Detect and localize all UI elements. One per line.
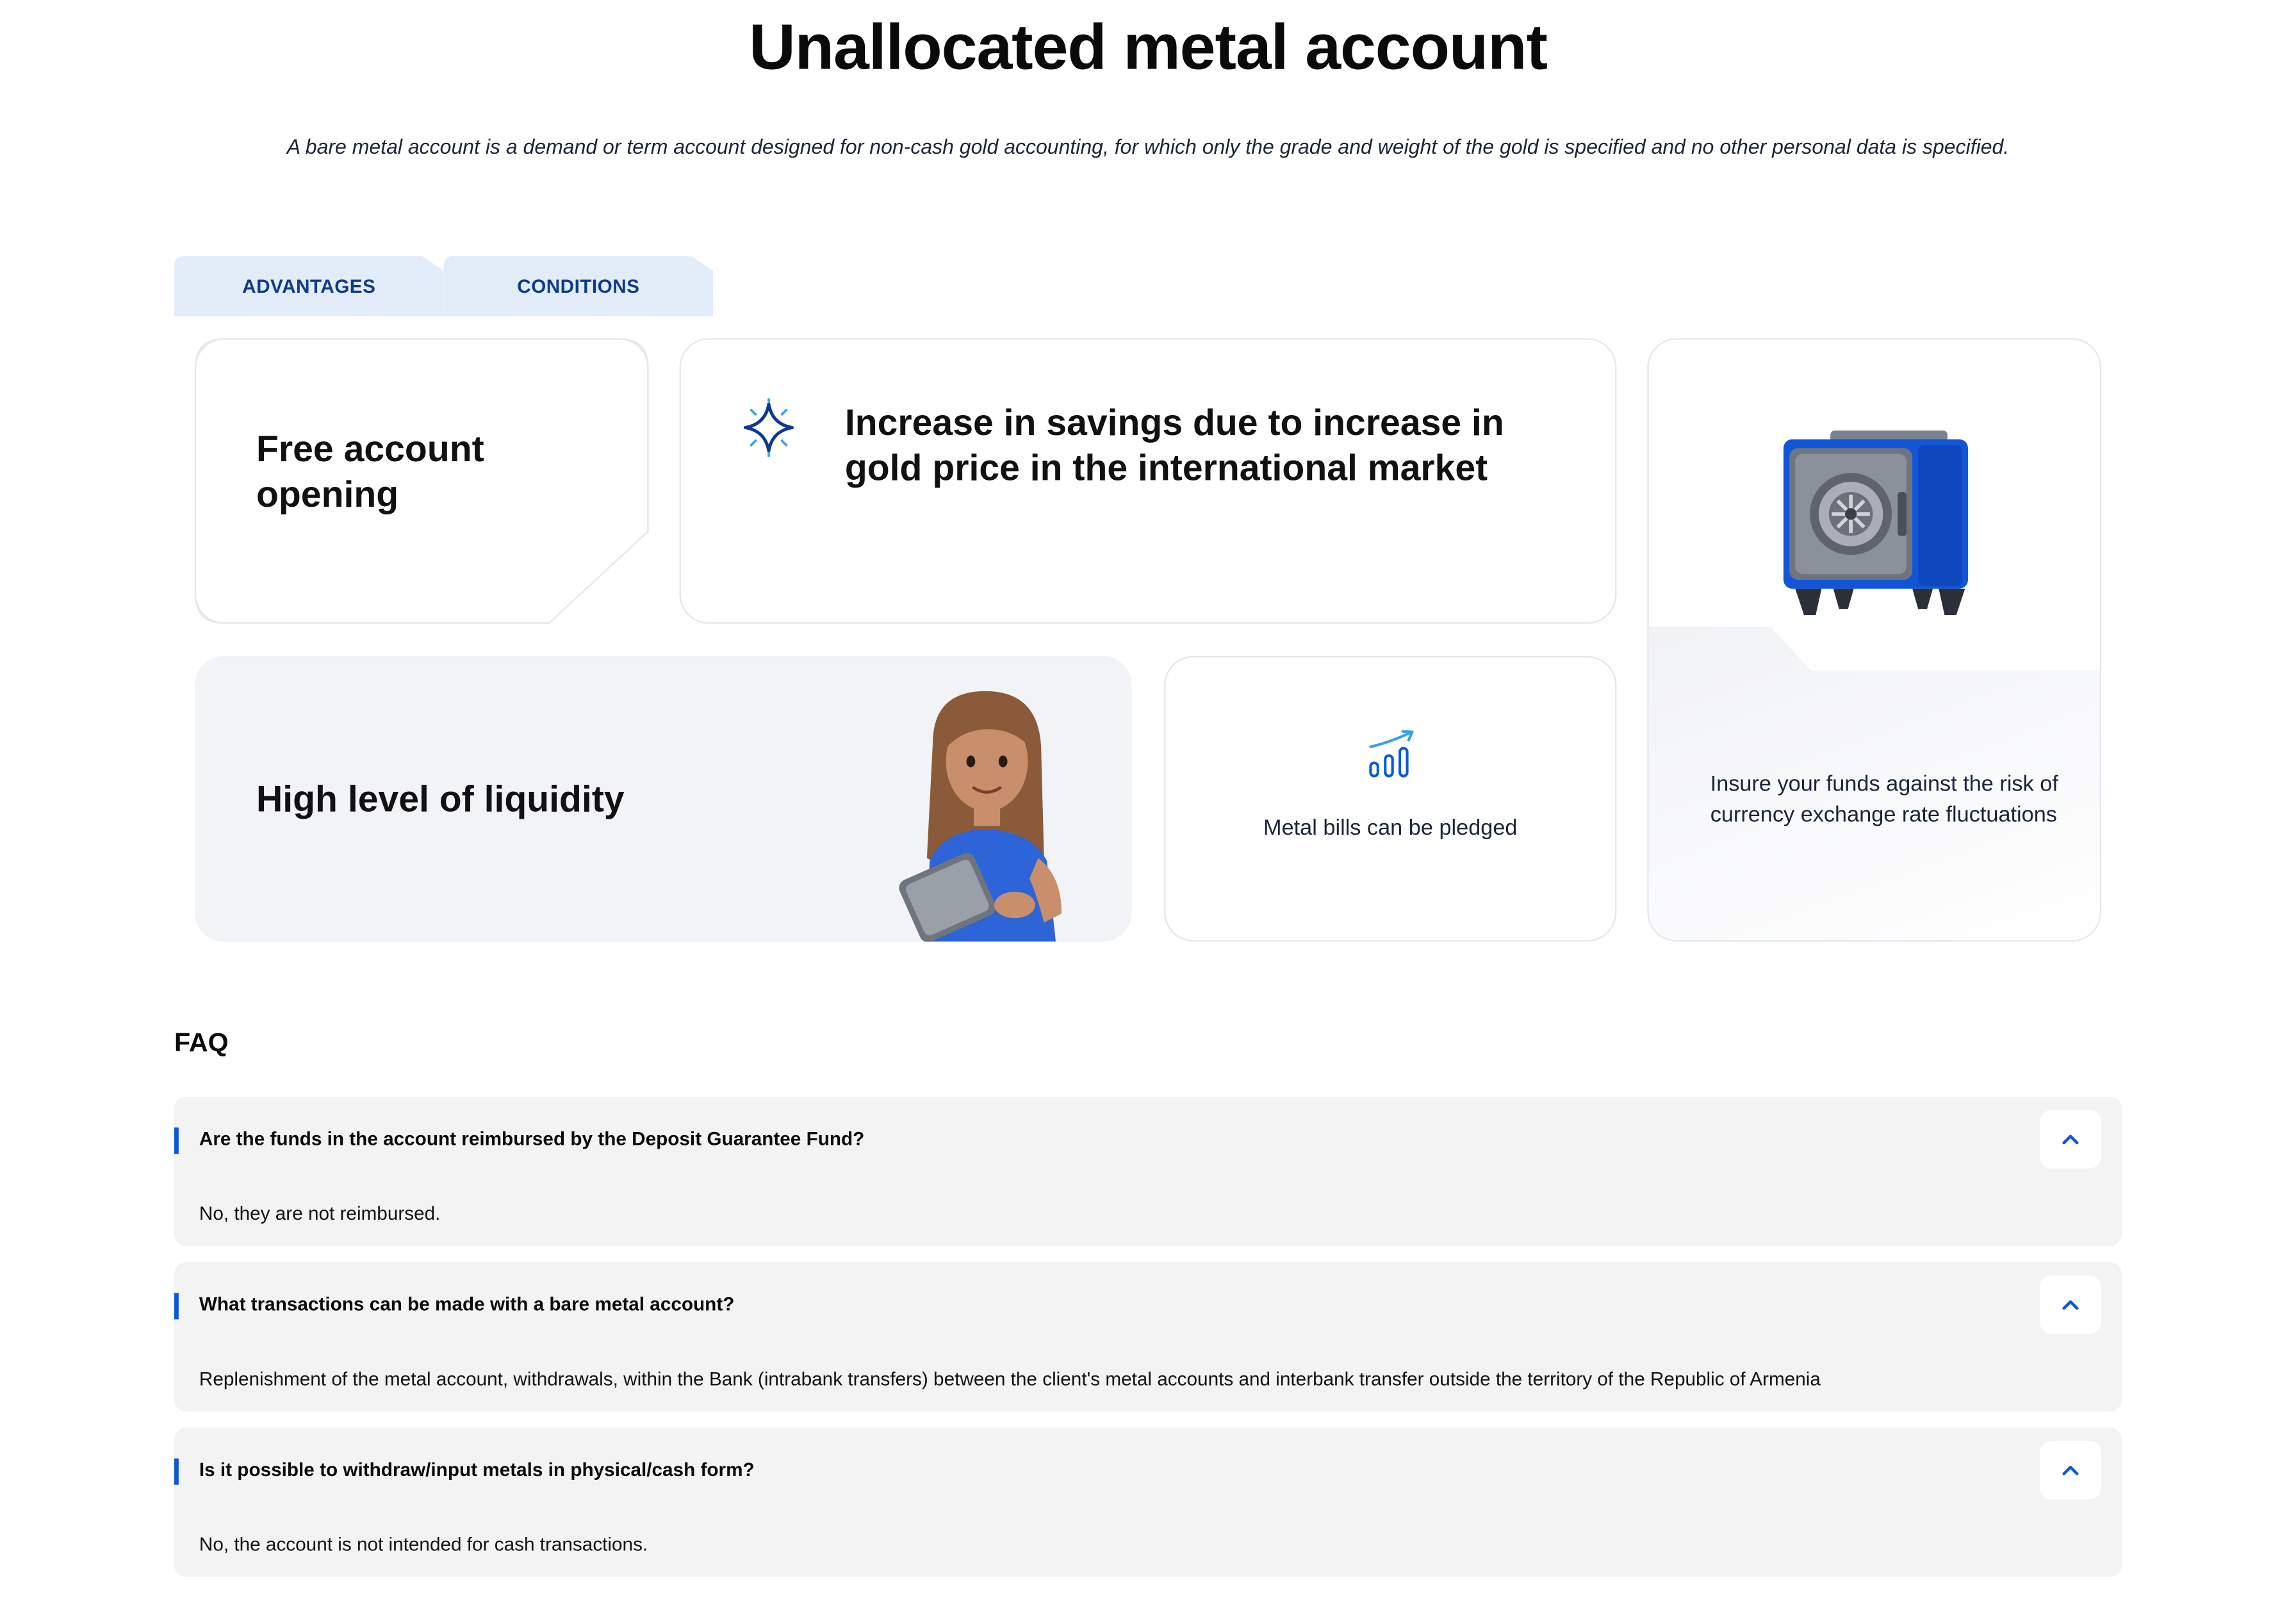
faq-title: FAQ xyxy=(174,1028,229,1058)
sparkle-icon xyxy=(743,398,794,457)
page: Unallocated metal account A bare metal a… xyxy=(0,0,2296,1599)
chevron-up-icon xyxy=(2062,1465,2079,1475)
card-title: Free account opening xyxy=(256,429,484,516)
safe-illustration xyxy=(1783,430,1968,615)
chevron-up-icon xyxy=(2062,1135,2079,1145)
faq-answer: Replenishment of the metal account, with… xyxy=(199,1367,1821,1390)
faq-accent-bar xyxy=(174,1293,179,1320)
card-text: Metal bills can be pledged xyxy=(1263,816,1518,840)
faq-item: Is it possible to withdraw/input metals … xyxy=(174,1427,2122,1577)
card-insure-funds: Insure your funds against the risk of cu… xyxy=(1647,338,2101,942)
faq-item: Are the funds in the account reimbursed … xyxy=(174,1096,2122,1247)
faq-question[interactable]: What transactions can be made with a bar… xyxy=(199,1293,735,1315)
card-text: Insure your funds against the risk of cu… xyxy=(1710,771,2058,828)
faq-toggle-button[interactable] xyxy=(2039,1110,2101,1168)
faq-answer: No, they are not reimbursed. xyxy=(199,1202,441,1224)
tab-advantages[interactable]: ADVANTAGES xyxy=(174,256,444,316)
faq-accent-bar xyxy=(174,1458,179,1485)
faq-question[interactable]: Is it possible to withdraw/input metals … xyxy=(199,1459,755,1480)
page-title: Unallocated metal account xyxy=(749,12,1548,84)
faq-answer: No, the account is not intended for cash… xyxy=(199,1533,648,1555)
person-with-tablet-illustration xyxy=(899,691,1062,942)
card-title: High level of liquidity xyxy=(256,778,625,820)
card-title: Increase in savings due to increase in g… xyxy=(844,402,1504,489)
faq-toggle-button[interactable] xyxy=(2039,1275,2101,1334)
faq-accent-bar xyxy=(174,1127,179,1154)
faq-question[interactable]: Are the funds in the account reimbursed … xyxy=(199,1128,864,1149)
card-free-account-opening: Free account opening xyxy=(194,338,649,624)
tab-conditions[interactable]: CONDITIONS xyxy=(443,256,714,316)
card-savings-increase: Increase in savings due to increase in g… xyxy=(679,338,1617,624)
faq-item: What transactions can be made with a bar… xyxy=(174,1262,2122,1412)
growth-chart-icon xyxy=(1369,730,1414,778)
card-high-liquidity: High level of liquidity xyxy=(194,655,1132,942)
chevron-up-icon xyxy=(2062,1300,2079,1310)
page-subtitle: A bare metal account is a demand or term… xyxy=(286,135,2010,158)
card-metal-bills-pledged: Metal bills can be pledged xyxy=(1164,655,1617,942)
faq-toggle-button[interactable] xyxy=(2039,1441,2101,1500)
